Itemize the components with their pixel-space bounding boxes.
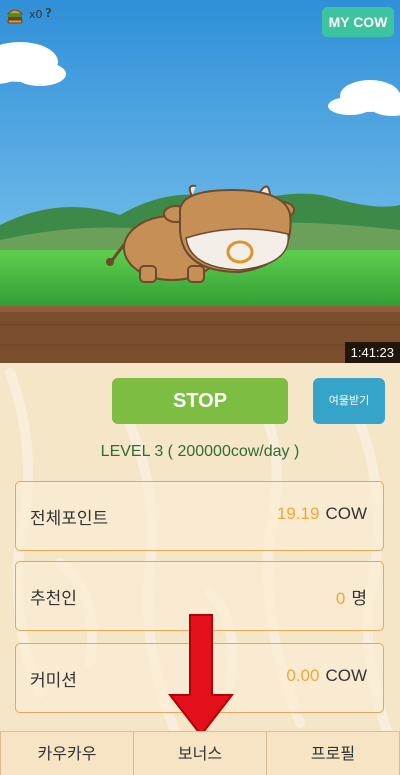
- tab-bonus[interactable]: 보너스: [134, 731, 267, 775]
- card-label: 전체포인트: [30, 509, 109, 529]
- tab-profile[interactable]: 프로필: [267, 731, 400, 775]
- stop-button[interactable]: STOP: [112, 378, 288, 424]
- total-points-card: 전체포인트 19.19 COW: [15, 481, 384, 551]
- farm-illustration: [0, 0, 400, 363]
- receive-feed-button[interactable]: 여물받기: [313, 378, 385, 424]
- card-value: 19.19 COW: [277, 504, 367, 524]
- card-number: 0: [335, 589, 346, 608]
- down-arrow-icon: [167, 614, 235, 737]
- tab-cowcow[interactable]: 카우카우: [0, 731, 134, 775]
- my-cow-button[interactable]: MY COW: [322, 7, 394, 37]
- help-icon[interactable]: ?: [45, 6, 52, 20]
- card-value: 0.00 COW: [286, 666, 367, 686]
- bottom-tab-bar: 카우카우 보너스 프로필: [0, 731, 400, 775]
- card-number: 0.00: [286, 666, 320, 685]
- card-value: 0명: [336, 584, 367, 609]
- burger-count: x0: [29, 8, 43, 21]
- card-unit: COW: [325, 666, 367, 685]
- card-unit: 명: [351, 589, 367, 608]
- card-label: 추천인: [30, 589, 77, 609]
- card-number: 19.19: [276, 504, 320, 523]
- farm-scene: x0 ? MY COW 1:41:23: [0, 0, 400, 363]
- level-indicator: LEVEL 3 ( 200000cow/day ): [100, 443, 300, 460]
- video-timer: 1:41:23: [344, 342, 400, 363]
- control-panel: STOP 여물받기 LEVEL 3 ( 200000cow/day ) 전체포인…: [0, 363, 400, 775]
- burger-icon: [6, 9, 24, 24]
- card-label: 커미션: [30, 671, 77, 691]
- card-unit: COW: [325, 504, 367, 523]
